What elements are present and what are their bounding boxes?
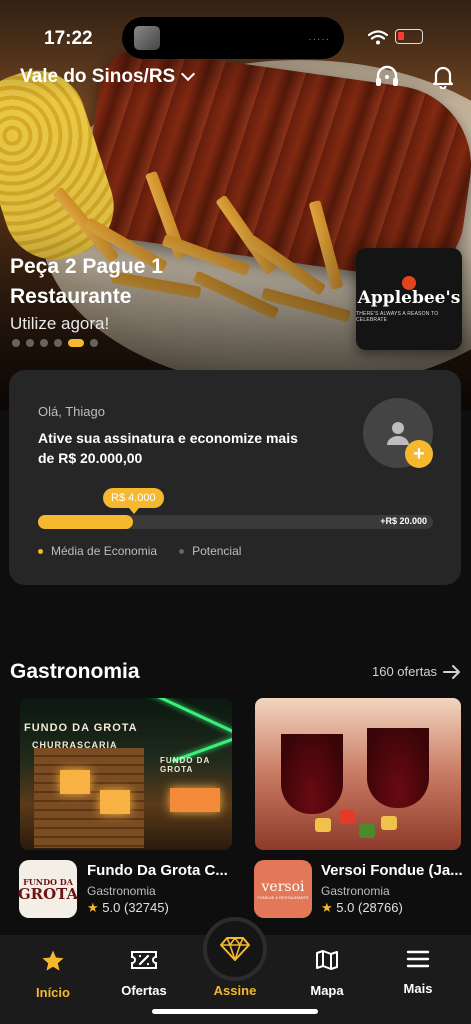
diamond-icon bbox=[220, 937, 250, 961]
offer-rating: ★ 5.0 (32745) bbox=[87, 900, 169, 915]
star-icon: ★ bbox=[321, 900, 333, 915]
star-icon bbox=[42, 950, 64, 971]
offers-count: 160 ofertas bbox=[372, 664, 438, 679]
subscription-cta: Ative sua assinatura e economize mais de… bbox=[38, 430, 298, 466]
map-icon bbox=[316, 950, 338, 970]
battery-icon bbox=[395, 29, 423, 44]
bell-icon bbox=[432, 66, 454, 89]
ticket-icon bbox=[131, 951, 157, 969]
offer-category: Gastronomia bbox=[87, 884, 156, 898]
offer-name[interactable]: Versoi Fondue (Ja... bbox=[321, 862, 466, 879]
tab-ofertas[interactable]: Ofertas bbox=[104, 949, 184, 998]
restaurant-sign: FUNDO DA GROTA bbox=[24, 722, 138, 734]
island-thumbnail bbox=[134, 26, 160, 50]
location-label: Vale do Sinos/RS bbox=[20, 66, 176, 87]
brand-tagline: THERE'S ALWAYS A REASON TO CELEBRATE bbox=[356, 310, 439, 323]
offer-image-fundo-da-grota[interactable]: FUNDO DA GROTA CHURRASCARIA FUNDO DA GRO… bbox=[20, 698, 232, 850]
carousel-dot[interactable] bbox=[54, 339, 62, 347]
legend-average: Média de Economia bbox=[38, 544, 157, 558]
savings-bubble: R$ 4.000 bbox=[103, 488, 164, 514]
user-icon bbox=[387, 422, 409, 445]
applebees-logo-card[interactable]: Applebee's THERE'S ALWAYS A REASON TO CE… bbox=[356, 248, 462, 350]
restaurant-sign-side: FUNDO DA GROTA bbox=[160, 756, 210, 774]
support-button[interactable] bbox=[372, 62, 402, 92]
carousel-dot[interactable] bbox=[40, 339, 48, 347]
chevron-down-icon bbox=[181, 66, 196, 82]
promo-subtitle: Utilize agora! bbox=[10, 314, 110, 333]
star-icon: ★ bbox=[87, 900, 99, 915]
offer-rating: ★ 5.0 (28766) bbox=[321, 900, 403, 915]
carousel-dot[interactable] bbox=[68, 339, 84, 347]
dynamic-island: ····· bbox=[122, 17, 344, 59]
savings-progress-bar: +R$ 20.000 bbox=[38, 515, 433, 529]
savings-card[interactable]: Olá, Thiago Ative sua assinatura e econo… bbox=[9, 370, 461, 585]
tab-assine[interactable] bbox=[203, 917, 267, 981]
greeting: Olá, Thiago bbox=[38, 404, 105, 419]
home-indicator bbox=[152, 1009, 318, 1014]
promo-title: Peça 2 Pague 1 Restaurante bbox=[10, 255, 163, 308]
section-title: Gastronomia bbox=[10, 660, 140, 683]
potential-value: +R$ 20.000 bbox=[380, 516, 427, 526]
offer-category: Gastronomia bbox=[321, 884, 390, 898]
carousel-dots[interactable] bbox=[12, 339, 98, 347]
carousel-dot[interactable] bbox=[26, 339, 34, 347]
offer-image-versoi[interactable] bbox=[255, 698, 461, 850]
tab-mapa[interactable]: Mapa bbox=[287, 949, 367, 998]
offer-name[interactable]: Fundo Da Grota C... bbox=[87, 862, 231, 879]
fundo-da-grota-logo: FUNDO DA GROTA bbox=[18, 860, 78, 918]
savings-legend: Média de Economia Potencial bbox=[38, 544, 241, 558]
carousel-dot[interactable] bbox=[12, 339, 20, 347]
status-time: 17:22 bbox=[44, 28, 93, 49]
see-all-offers-link[interactable]: 160 ofertas bbox=[372, 664, 461, 679]
add-photo-button[interactable]: + bbox=[405, 440, 433, 468]
menu-icon bbox=[406, 950, 430, 968]
tab-assine-label[interactable]: Assine bbox=[195, 983, 275, 998]
headset-icon bbox=[376, 65, 398, 86]
tab-mais[interactable]: Mais bbox=[378, 949, 458, 996]
versoi-logo: versoi FONDUE & RESTAURANTE bbox=[254, 860, 312, 918]
carousel-dot[interactable] bbox=[90, 339, 98, 347]
brand-name: Applebee's bbox=[357, 287, 461, 308]
island-dots: ····· bbox=[308, 34, 330, 45]
location-selector[interactable]: Vale do Sinos/RS bbox=[20, 66, 196, 88]
notifications-button[interactable] bbox=[428, 62, 458, 92]
wifi-icon bbox=[368, 30, 388, 45]
legend-potential: Potencial bbox=[179, 544, 241, 558]
tab-inicio[interactable]: Início bbox=[13, 949, 93, 1000]
savings-progress-fill bbox=[38, 515, 133, 529]
arrow-right-icon bbox=[443, 664, 461, 679]
